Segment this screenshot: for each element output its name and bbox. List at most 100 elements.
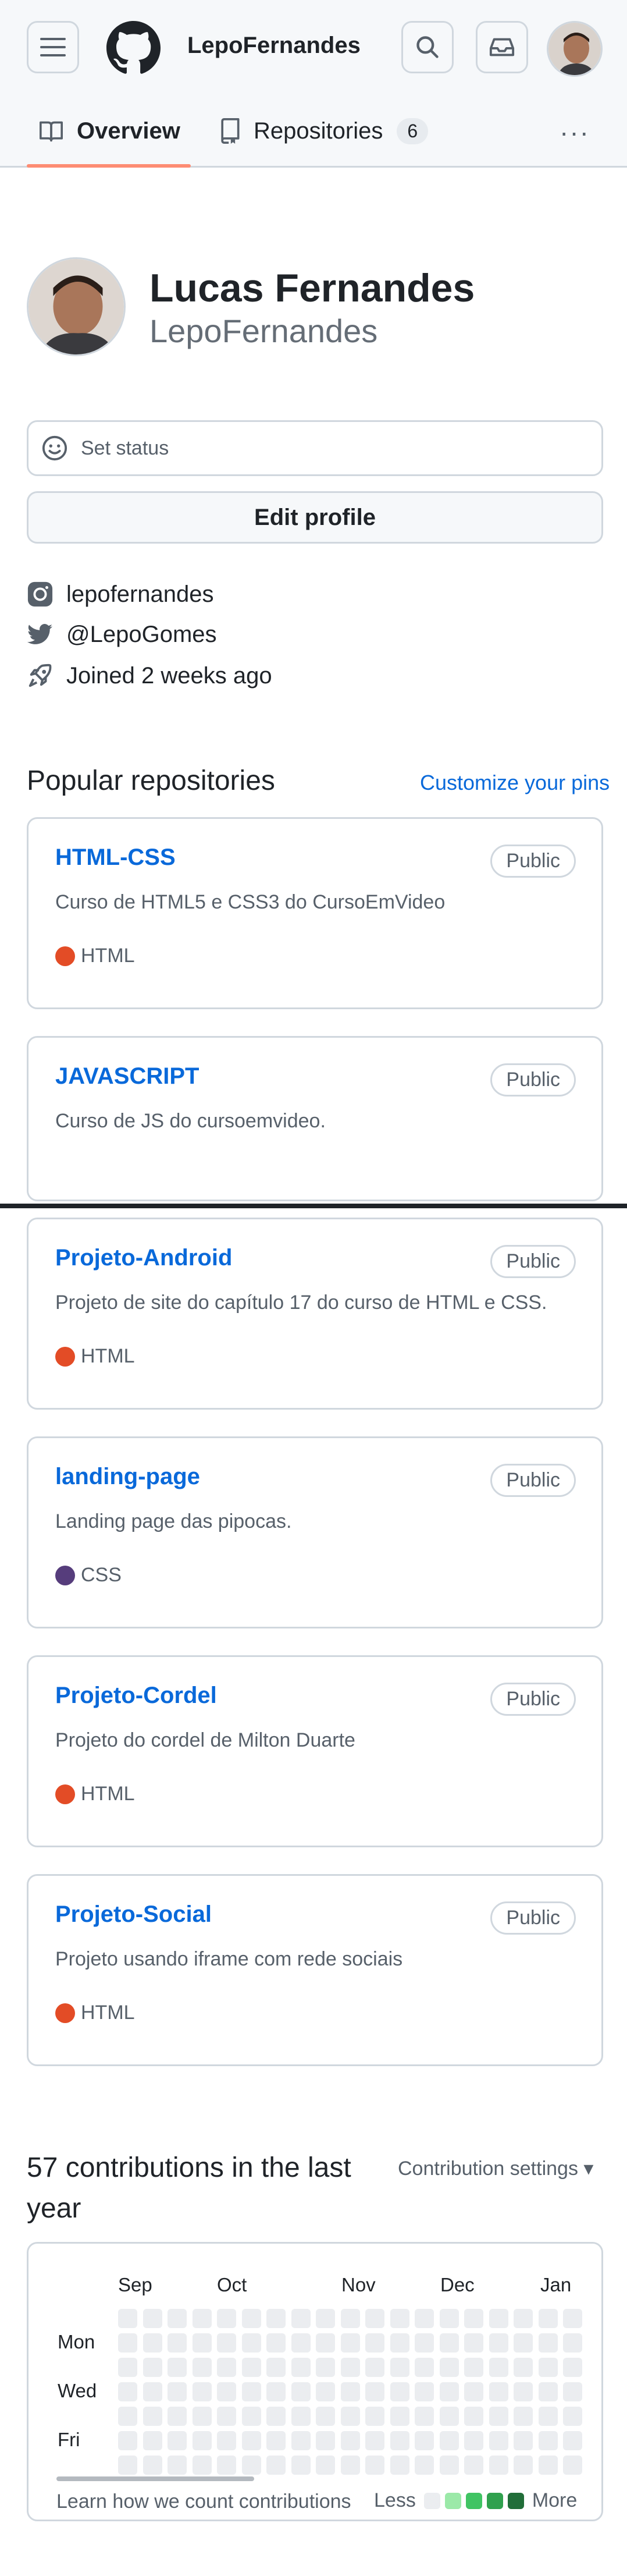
contribution-day-cell[interactable] [514, 2309, 533, 2328]
contribution-day-cell[interactable] [415, 2456, 434, 2475]
tab-overview[interactable]: Overview [38, 111, 180, 151]
repo-name-link[interactable]: Projeto-Social [55, 1901, 212, 1928]
contribution-day-cell[interactable] [118, 2431, 137, 2450]
contribution-day-cell[interactable] [489, 2456, 508, 2475]
learn-contributions-link[interactable]: Learn how we count contributions [56, 2490, 351, 2513]
contribution-day-cell[interactable] [168, 2382, 187, 2401]
contribution-day-cell[interactable] [291, 2333, 311, 2353]
contribution-day-cell[interactable] [340, 2309, 360, 2328]
set-status-button[interactable]: Set status [27, 420, 603, 476]
contribution-day-cell[interactable] [168, 2309, 187, 2328]
contribution-day-cell[interactable] [489, 2358, 508, 2377]
contribution-day-cell[interactable] [192, 2431, 212, 2450]
contribution-day-cell[interactable] [439, 2309, 459, 2328]
contribution-day-cell[interactable] [563, 2407, 582, 2426]
contribution-day-cell[interactable] [192, 2333, 212, 2353]
contribution-day-cell[interactable] [192, 2358, 212, 2377]
contribution-day-cell[interactable] [266, 2456, 286, 2475]
contribution-day-cell[interactable] [514, 2456, 533, 2475]
contribution-day-cell[interactable] [168, 2358, 187, 2377]
contribution-day-cell[interactable] [390, 2382, 409, 2401]
instagram-link[interactable]: lepofernandes [27, 581, 214, 608]
contribution-day-cell[interactable] [340, 2431, 360, 2450]
contribution-day-cell[interactable] [538, 2456, 558, 2475]
contribution-day-cell[interactable] [439, 2382, 459, 2401]
contribution-day-cell[interactable] [192, 2309, 212, 2328]
contribution-day-cell[interactable] [142, 2358, 162, 2377]
contribution-day-cell[interactable] [266, 2382, 286, 2401]
contribution-day-cell[interactable] [118, 2456, 137, 2475]
contribution-day-cell[interactable] [168, 2456, 187, 2475]
contribution-day-cell[interactable] [340, 2382, 360, 2401]
contribution-day-cell[interactable] [390, 2358, 409, 2377]
contribution-day-cell[interactable] [464, 2456, 483, 2475]
contribution-day-cell[interactable] [192, 2456, 212, 2475]
contribution-day-cell[interactable] [563, 2456, 582, 2475]
contribution-day-cell[interactable] [266, 2431, 286, 2450]
contribution-day-cell[interactable] [142, 2309, 162, 2328]
contribution-day-cell[interactable] [217, 2407, 236, 2426]
contribution-day-cell[interactable] [538, 2407, 558, 2426]
twitter-link[interactable]: @LepoGomes [27, 622, 217, 648]
contribution-day-cell[interactable] [291, 2309, 311, 2328]
contribution-day-cell[interactable] [316, 2407, 335, 2426]
contribution-day-cell[interactable] [241, 2431, 261, 2450]
profile-avatar[interactable] [27, 257, 126, 356]
contribution-day-cell[interactable] [563, 2431, 582, 2450]
contribution-day-cell[interactable] [340, 2407, 360, 2426]
contribution-day-cell[interactable] [489, 2333, 508, 2353]
contribution-day-cell[interactable] [439, 2431, 459, 2450]
contribution-day-cell[interactable] [489, 2431, 508, 2450]
more-options-icon[interactable]: ··· [560, 116, 590, 148]
contribution-day-cell[interactable] [365, 2333, 384, 2353]
contribution-day-cell[interactable] [266, 2407, 286, 2426]
search-button[interactable] [401, 21, 454, 73]
contribution-day-cell[interactable] [514, 2333, 533, 2353]
contribution-day-cell[interactable] [118, 2382, 137, 2401]
contribution-day-cell[interactable] [217, 2431, 236, 2450]
contribution-day-cell[interactable] [439, 2407, 459, 2426]
contribution-day-cell[interactable] [291, 2382, 311, 2401]
contribution-day-cell[interactable] [241, 2309, 261, 2328]
contribution-day-cell[interactable] [316, 2309, 335, 2328]
github-logo-icon[interactable] [106, 21, 161, 75]
contribution-day-cell[interactable] [439, 2333, 459, 2353]
contribution-day-cell[interactable] [316, 2382, 335, 2401]
contribution-day-cell[interactable] [365, 2456, 384, 2475]
contribution-day-cell[interactable] [514, 2358, 533, 2377]
contribution-day-cell[interactable] [142, 2382, 162, 2401]
contribution-day-cell[interactable] [241, 2333, 261, 2353]
contribution-day-cell[interactable] [538, 2333, 558, 2353]
contribution-day-cell[interactable] [489, 2309, 508, 2328]
repo-name-link[interactable]: JAVASCRIPT [55, 1063, 199, 1090]
inbox-button[interactable] [476, 21, 528, 73]
contribution-day-cell[interactable] [316, 2456, 335, 2475]
contribution-day-cell[interactable] [538, 2382, 558, 2401]
repo-name-link[interactable]: landing-page [55, 1464, 200, 1490]
contribution-day-cell[interactable] [340, 2333, 360, 2353]
repo-name-link[interactable]: Projeto-Cordel [55, 1683, 217, 1709]
contribution-day-cell[interactable] [563, 2333, 582, 2353]
contribution-day-cell[interactable] [316, 2333, 335, 2353]
contribution-day-cell[interactable] [563, 2309, 582, 2328]
tab-repositories[interactable]: Repositories 6 [219, 111, 429, 151]
contribution-day-cell[interactable] [241, 2358, 261, 2377]
repo-name-link[interactable]: HTML-CSS [55, 845, 176, 871]
edit-profile-button[interactable]: Edit profile [27, 491, 603, 544]
contribution-day-cell[interactable] [415, 2382, 434, 2401]
contribution-day-cell[interactable] [241, 2382, 261, 2401]
contribution-day-cell[interactable] [291, 2431, 311, 2450]
contribution-day-cell[interactable] [489, 2407, 508, 2426]
contribution-day-cell[interactable] [538, 2358, 558, 2377]
contribution-day-cell[interactable] [118, 2309, 137, 2328]
contribution-day-cell[interactable] [415, 2407, 434, 2426]
contribution-day-cell[interactable] [390, 2407, 409, 2426]
contribution-day-cell[interactable] [390, 2309, 409, 2328]
contribution-day-cell[interactable] [514, 2431, 533, 2450]
contribution-day-cell[interactable] [464, 2309, 483, 2328]
contribution-day-cell[interactable] [266, 2333, 286, 2353]
contribution-day-cell[interactable] [192, 2382, 212, 2401]
contribution-day-cell[interactable] [192, 2407, 212, 2426]
contribution-day-cell[interactable] [142, 2407, 162, 2426]
contribution-day-cell[interactable] [390, 2431, 409, 2450]
